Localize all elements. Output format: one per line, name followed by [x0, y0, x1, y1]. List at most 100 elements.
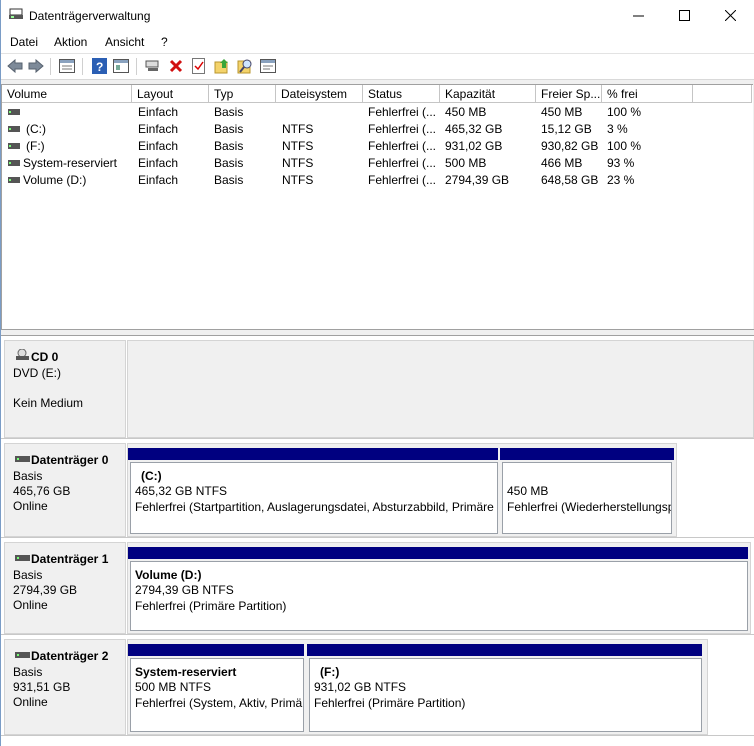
help-button[interactable]: ? — [90, 57, 108, 75]
forward-button[interactable] — [27, 57, 45, 75]
volume-name: System-reserviert — [23, 156, 118, 170]
disk-row-1[interactable]: Datenträger 1 Basis 2794,39 GB Online Vo… — [1, 538, 754, 634]
volume-free-space: 466 MB — [541, 156, 583, 170]
hard-disk-icon — [15, 456, 30, 462]
partition-d[interactable]: Volume (D:) 2794,39 GB NTFS Fehlerfrei (… — [128, 543, 750, 633]
menu-aktion[interactable]: Aktion — [54, 35, 87, 49]
column-header-volume[interactable]: Volume — [2, 85, 132, 103]
connect-button[interactable] — [144, 57, 162, 75]
console-button[interactable] — [112, 57, 130, 75]
disk-status: Online — [13, 499, 48, 513]
maximize-button[interactable] — [661, 0, 707, 31]
disk-label[interactable]: Datenträger 1 Basis 2794,39 GB Online — [4, 542, 126, 634]
menu-datei[interactable]: Datei — [10, 35, 38, 49]
partition-title: Volume (D:) — [135, 568, 202, 582]
column-header-layout[interactable]: Layout — [132, 85, 209, 103]
partition-box[interactable]: (F:) 931,02 GB NTFS Fehlerfrei (Primäre … — [309, 658, 702, 732]
properties-list-button[interactable] — [58, 57, 76, 75]
column-header-freier-speicher[interactable]: Freier Sp... — [536, 85, 602, 103]
disk-name: Datenträger 1 — [31, 552, 109, 566]
volume-filesystem: NTFS — [282, 156, 314, 170]
minimize-button[interactable] — [615, 0, 661, 31]
volume-percent-free: 100 % — [607, 105, 642, 119]
delete-button[interactable] — [167, 57, 185, 75]
disk-type: Basis — [13, 665, 43, 679]
volume-drive-icon — [8, 160, 20, 166]
volume-layout: Einfach — [138, 105, 179, 119]
disk-partition-area — [127, 340, 754, 438]
volume-list[interactable]: Volume Layout Typ Dateisystem Status Kap… — [1, 84, 753, 329]
column-header-kapazitaet[interactable]: Kapazität — [440, 85, 536, 103]
volume-percent-free: 3 % — [607, 122, 628, 136]
disk-row-2[interactable]: Datenträger 2 Basis 931,51 GB Online Sys… — [1, 635, 754, 735]
volume-layout: Einfach — [138, 173, 179, 187]
disk-label[interactable]: Datenträger 2 Basis 931,51 GB Online — [4, 639, 126, 735]
volume-capacity: 465,32 GB — [445, 122, 503, 136]
settings-button[interactable] — [259, 57, 277, 75]
column-header-typ[interactable]: Typ — [209, 85, 276, 103]
disk-name: CD 0 — [31, 350, 59, 364]
volume-row[interactable]: (C:) Einfach Basis NTFS Fehlerfrei (... … — [2, 121, 752, 138]
toolbar-separator — [82, 58, 83, 75]
partition-recovery[interactable]: 450 MB Fehlerfrei (Wiederherstellungsp — [500, 444, 674, 536]
back-button[interactable] — [6, 57, 24, 75]
close-button[interactable] — [707, 0, 753, 31]
volume-row[interactable]: (F:) Einfach Basis NTFS Fehlerfrei (... … — [2, 138, 752, 155]
volume-row[interactable]: Einfach Basis Fehlerfrei (... 450 MB 450… — [2, 104, 752, 121]
volume-name: (F:) — [26, 139, 45, 153]
disk-label[interactable]: CD 0 DVD (E:) Kein Medium — [4, 340, 126, 438]
volume-row[interactable]: System-reserviert Einfach Basis NTFS Feh… — [2, 155, 752, 172]
disk-name: Datenträger 2 — [31, 649, 109, 663]
pane-splitter[interactable] — [1, 329, 754, 336]
partition-status: Fehlerfrei (Primäre Partition) — [314, 696, 466, 710]
help-icon: ? — [91, 58, 107, 74]
import-icon — [214, 59, 228, 74]
partition-box[interactable]: System-reserviert 500 MB NTFS Fehlerfrei… — [130, 658, 304, 732]
volume-free-space: 648,58 GB — [541, 173, 599, 187]
check-icon — [192, 58, 205, 74]
volume-row[interactable]: Volume (D:) Einfach Basis NTFS Fehlerfre… — [2, 172, 752, 189]
hard-disk-icon — [15, 555, 30, 561]
volume-drive-icon — [8, 109, 20, 115]
column-header-prozent-frei[interactable]: % frei — [602, 85, 693, 103]
menu-ansicht[interactable]: Ansicht — [105, 35, 144, 49]
volume-free-space: 15,12 GB — [541, 122, 592, 136]
disk-management-window: Datenträgerverwaltung Datei Aktion Ansic… — [0, 0, 754, 746]
partition-system-reserved[interactable]: System-reserviert 500 MB NTFS Fehlerfrei… — [128, 640, 306, 734]
partition-box[interactable]: (C:) 465,32 GB NTFS Fehlerfrei (Startpar… — [130, 462, 498, 534]
disk-graphical-view[interactable]: CD 0 DVD (E:) Kein Medium Datenträger 0 … — [1, 336, 754, 746]
check-button[interactable] — [190, 57, 208, 75]
disk-partition-area: (C:) 465,32 GB NTFS Fehlerfrei (Startpar… — [127, 443, 677, 537]
partition-box[interactable]: Volume (D:) 2794,39 GB NTFS Fehlerfrei (… — [130, 561, 748, 631]
volume-drive-icon — [8, 126, 20, 132]
partition-c[interactable]: (C:) 465,32 GB NTFS Fehlerfrei (Startpar… — [128, 444, 500, 536]
column-header-status[interactable]: Status — [363, 85, 440, 103]
column-header-empty — [693, 85, 752, 103]
partition-size: 450 MB — [507, 484, 549, 498]
search-icon — [237, 59, 252, 74]
import-button[interactable] — [213, 57, 231, 75]
volume-type: Basis — [214, 173, 244, 187]
menu-bar: Datei Aktion Ansicht ? — [1, 31, 754, 54]
disk-label[interactable]: Datenträger 0 Basis 465,76 GB Online — [4, 443, 126, 537]
search-button[interactable] — [236, 57, 254, 75]
volume-type: Basis — [214, 105, 244, 119]
disk-row-cd0[interactable]: CD 0 DVD (E:) Kein Medium — [1, 336, 754, 438]
svg-text:?: ? — [96, 60, 103, 74]
partition-f[interactable]: (F:) 931,02 GB NTFS Fehlerfrei (Primäre … — [307, 640, 704, 734]
volume-percent-free: 100 % — [607, 139, 642, 153]
column-header-dateisystem[interactable]: Dateisystem — [276, 85, 363, 103]
disk-type: Basis — [13, 469, 43, 483]
volume-filesystem: NTFS — [282, 173, 314, 187]
menu-help[interactable]: ? — [161, 35, 168, 49]
disk-name: Datenträger 0 — [31, 453, 109, 467]
partition-box[interactable]: 450 MB Fehlerfrei (Wiederherstellungsp — [502, 462, 672, 534]
partition-bar — [307, 644, 702, 656]
properties-list-icon — [59, 59, 75, 73]
minimize-icon — [632, 15, 644, 17]
disk-row-0[interactable]: Datenträger 0 Basis 465,76 GB Online (C:… — [1, 439, 754, 537]
title-bar[interactable]: Datenträgerverwaltung — [1, 0, 754, 31]
disk-size: 931,51 GB — [13, 680, 71, 694]
partition-bar — [128, 448, 498, 460]
disk-partition-area: System-reserviert 500 MB NTFS Fehlerfrei… — [127, 639, 708, 735]
